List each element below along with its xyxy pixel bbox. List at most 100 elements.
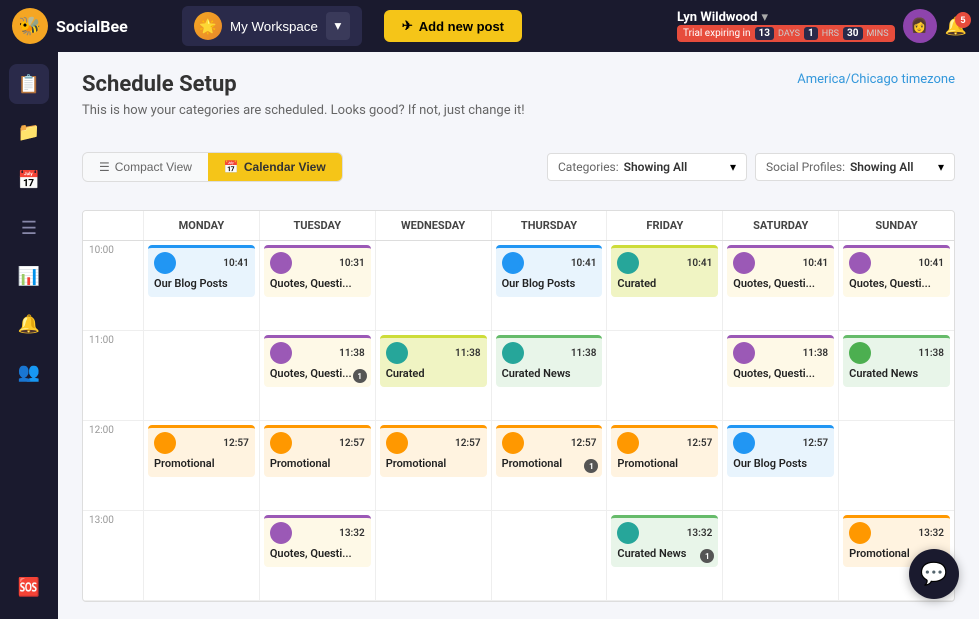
- profiles-filter-value: Showing All: [850, 160, 914, 174]
- calendar-cell: 10:41 Curated: [607, 241, 722, 331]
- sidebar-item-help[interactable]: 🆘: [9, 567, 49, 607]
- calendar-cell: [144, 331, 259, 421]
- categories-filter[interactable]: Categories: Showing All ▾: [547, 153, 747, 181]
- notification-badge: 5: [955, 12, 971, 28]
- post-avatar: [733, 432, 755, 454]
- post-avatar: [154, 252, 176, 274]
- user-chevron-icon: ▾: [761, 10, 768, 25]
- sidebar-item-bell[interactable]: 🔔: [9, 304, 49, 344]
- sidebar-item-folder[interactable]: 📁: [9, 112, 49, 152]
- calendar-cell: 11:38Curated: [376, 331, 491, 421]
- timezone-link[interactable]: America/Chicago timezone: [797, 72, 955, 87]
- notification-button[interactable]: 🔔 5: [945, 16, 967, 37]
- calendar-cell: [839, 421, 954, 511]
- post-card[interactable]: 12:57Promotional1: [496, 425, 603, 477]
- post-time: 10:31: [339, 258, 365, 269]
- days-label: DAYS: [778, 29, 800, 39]
- post-label: Curated: [617, 277, 712, 290]
- post-avatar: [733, 342, 755, 364]
- post-label: Curated News: [502, 367, 597, 380]
- sidebar-item-list[interactable]: ☰: [9, 208, 49, 248]
- post-avatar: [270, 342, 292, 364]
- categories-chevron-icon: ▾: [730, 160, 736, 174]
- calendar-view-button[interactable]: 📅 Calendar View: [208, 153, 342, 181]
- post-card[interactable]: 11:38Curated: [380, 335, 487, 387]
- calendar-icon: 📅: [224, 160, 239, 174]
- post-card[interactable]: 11:38Curated News: [843, 335, 950, 387]
- workspace-button[interactable]: 🌟 My Workspace ▾: [182, 6, 362, 46]
- sidebar-item-users[interactable]: 👥: [9, 352, 49, 392]
- post-card[interactable]: 12:57Promotional: [264, 425, 371, 477]
- post-label: Our Blog Posts: [733, 457, 828, 470]
- day-column-wednesday: 11:38Curated 12:57Promotional: [375, 241, 491, 601]
- post-card[interactable]: 10:41 Quotes, Questi...: [843, 245, 950, 297]
- post-card[interactable]: 11:38Curated News: [496, 335, 603, 387]
- post-card[interactable]: 13:32Quotes, Questi...: [264, 515, 371, 567]
- post-time: 11:38: [339, 348, 365, 359]
- profiles-chevron-icon: ▾: [938, 160, 944, 174]
- post-label: Promotional: [386, 457, 481, 470]
- calendar-cell: [376, 241, 491, 331]
- calendar-cell: 11:38Curated News: [492, 331, 607, 421]
- calendar-cell: 12:57 Our Blog Posts: [723, 421, 838, 511]
- post-card[interactable]: 11:38Quotes, Questi...: [727, 335, 834, 387]
- post-time: 12:57: [803, 438, 829, 449]
- post-time: 12:57: [571, 438, 597, 449]
- post-avatar: [617, 252, 639, 274]
- post-card[interactable]: 10:31Quotes, Questi...: [264, 245, 371, 297]
- post-label: Promotional: [154, 457, 249, 470]
- post-avatar: [270, 432, 292, 454]
- categories-filter-value: Showing All: [624, 160, 688, 174]
- calendar-cell: [376, 511, 491, 601]
- post-card[interactable]: 10:41Our Blog Posts: [496, 245, 603, 297]
- trial-badge: Trial expiring in 13 DAYS 1 HRS 30 MINS: [677, 25, 895, 42]
- calendar-cell: 12:57Promotional: [260, 421, 375, 511]
- list-view-icon: ☰: [99, 160, 110, 174]
- calendar-cell: 10:41Our Blog Posts: [144, 241, 259, 331]
- post-time: 11:38: [918, 348, 944, 359]
- top-nav: 🐝 SocialBee 🌟 My Workspace ▾ ✈ Add new p…: [0, 0, 979, 52]
- post-card[interactable]: 10:41Our Blog Posts: [148, 245, 255, 297]
- profiles-filter[interactable]: Social Profiles: Showing All ▾: [755, 153, 955, 181]
- sidebar-item-clipboard[interactable]: 📋: [9, 64, 49, 104]
- send-icon: ✈: [402, 18, 413, 34]
- add-post-button[interactable]: ✈ Add new post: [384, 10, 522, 42]
- post-card[interactable]: 11:38Quotes, Questi...1: [264, 335, 371, 387]
- post-card[interactable]: 12:57Promotional: [611, 425, 718, 477]
- day-header-tuesday: TUESDAY: [259, 211, 375, 240]
- sidebar: 📋 📁 📅 ☰ 📊 🔔 👥 🆘: [0, 52, 58, 619]
- post-card[interactable]: 13:32Curated News1: [611, 515, 718, 567]
- day-header-sunday: SUNDAY: [838, 211, 954, 240]
- post-card[interactable]: 12:57 Our Blog Posts: [727, 425, 834, 477]
- post-time: 13:32: [918, 528, 944, 539]
- time-label: 11:00: [83, 331, 143, 421]
- post-card[interactable]: 10:41Quotes, Questi...: [727, 245, 834, 297]
- post-avatar: [849, 342, 871, 364]
- sidebar-item-schedule[interactable]: 📅: [9, 160, 49, 200]
- post-time: 10:41: [918, 258, 944, 269]
- day-header-monday: MONDAY: [143, 211, 259, 240]
- post-label: Quotes, Questi...: [849, 277, 944, 290]
- chat-bubble-button[interactable]: 💬: [909, 549, 959, 599]
- post-label: Promotional: [270, 457, 365, 470]
- post-count-badge: 1: [584, 459, 598, 473]
- post-label: Our Blog Posts: [502, 277, 597, 290]
- time-label: 12:00: [83, 421, 143, 511]
- post-label: Quotes, Questi...: [733, 367, 828, 380]
- calendar-grid: MONDAY TUESDAY WEDNESDAY THURSDAY FRIDAY…: [82, 210, 955, 602]
- calendar-cell: 13:32Quotes, Questi...: [260, 511, 375, 601]
- post-card[interactable]: 12:57Promotional: [148, 425, 255, 477]
- title-section: Schedule Setup This is how your categori…: [82, 72, 525, 136]
- calendar-cell: [723, 511, 838, 601]
- post-time: 10:41: [687, 258, 713, 269]
- post-avatar: [502, 252, 524, 274]
- post-card[interactable]: 10:41 Curated: [611, 245, 718, 297]
- day-column-saturday: 10:41Quotes, Questi... 11:38Quotes, Quest…: [722, 241, 838, 601]
- add-post-label: Add new post: [419, 19, 504, 34]
- compact-view-button[interactable]: ☰ Compact View: [83, 153, 208, 181]
- post-card[interactable]: 12:57Promotional: [380, 425, 487, 477]
- post-label: Quotes, Questi...: [270, 367, 365, 380]
- sidebar-item-chart[interactable]: 📊: [9, 256, 49, 296]
- post-label: Our Blog Posts: [154, 277, 249, 290]
- post-count-badge: 1: [700, 549, 714, 563]
